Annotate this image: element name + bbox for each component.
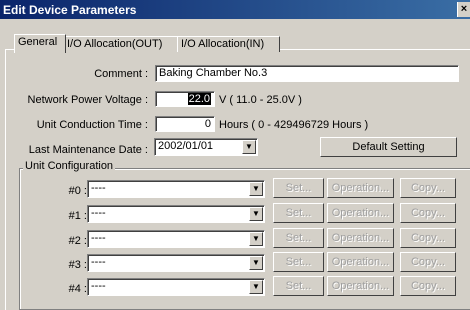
chevron-down-icon[interactable]: ▼ xyxy=(249,280,263,294)
unit-conduction-time-label: Unit Conduction Time : xyxy=(36,119,148,131)
last-maintenance-date-label: Last Maintenance Date : xyxy=(28,144,148,156)
unit-configuration-label: Unit Configuration xyxy=(23,160,116,172)
operation-button-3[interactable]: Operation... xyxy=(327,252,394,272)
unit-row-label: #3 : xyxy=(68,259,87,271)
unit-select-4[interactable]: ---- ▼ xyxy=(87,278,265,296)
copy-button-4[interactable]: Copy... xyxy=(400,276,456,296)
unit-select-2[interactable]: ---- ▼ xyxy=(87,230,265,248)
set-button-4[interactable]: Set... xyxy=(273,276,324,296)
comment-input[interactable]: Baking Chamber No.3 xyxy=(155,65,459,82)
network-power-voltage-input[interactable]: 22.0 xyxy=(155,91,215,107)
unit-row-label: #2 : xyxy=(68,235,87,247)
close-icon[interactable]: × xyxy=(457,2,470,17)
chevron-down-icon[interactable]: ▼ xyxy=(249,232,263,246)
copy-button-0[interactable]: Copy... xyxy=(400,178,456,198)
tab-general[interactable]: General xyxy=(14,34,66,53)
unit-conduction-time-input[interactable]: 0 xyxy=(155,116,215,132)
set-button-3[interactable]: Set... xyxy=(273,252,324,272)
set-button-2[interactable]: Set... xyxy=(273,228,324,248)
last-maintenance-date-picker[interactable]: 2002/01/01 ▼ xyxy=(154,138,258,156)
set-button-0[interactable]: Set... xyxy=(273,178,324,198)
unit-row-label: #0 : xyxy=(68,185,87,197)
unit-select-0[interactable]: ---- ▼ xyxy=(87,180,265,198)
chevron-down-icon[interactable]: ▼ xyxy=(249,207,263,221)
voltage-unit-range: V ( 11.0 - 25.0V ) xyxy=(219,94,302,106)
window-title: Edit Device Parameters xyxy=(3,3,137,17)
chevron-down-icon[interactable]: ▼ xyxy=(249,182,263,196)
unit-row-label: #1 : xyxy=(68,210,87,222)
comment-label: Comment : xyxy=(94,68,148,80)
operation-button-0[interactable]: Operation... xyxy=(327,178,394,198)
tab-io-allocation-in[interactable]: I/O Allocation(IN) xyxy=(177,36,280,52)
set-button-1[interactable]: Set... xyxy=(273,203,324,223)
tab-io-allocation-out[interactable]: I/O Allocation(OUT) xyxy=(63,36,179,52)
copy-button-1[interactable]: Copy... xyxy=(400,203,456,223)
chevron-down-icon[interactable]: ▼ xyxy=(242,140,256,154)
default-setting-button[interactable]: Default Setting xyxy=(320,137,457,157)
title-bar: Edit Device Parameters × xyxy=(0,0,470,19)
copy-button-2[interactable]: Copy... xyxy=(400,228,456,248)
operation-button-4[interactable]: Operation... xyxy=(327,276,394,296)
chevron-down-icon[interactable]: ▼ xyxy=(249,256,263,270)
unit-select-3[interactable]: ---- ▼ xyxy=(87,254,265,272)
network-power-voltage-label: Network Power Voltage : xyxy=(27,94,148,106)
unit-row-label: #4 : xyxy=(68,283,87,295)
operation-button-2[interactable]: Operation... xyxy=(327,228,394,248)
operation-button-1[interactable]: Operation... xyxy=(327,203,394,223)
conduction-unit-range: Hours ( 0 - 429496729 Hours ) xyxy=(219,119,369,131)
copy-button-3[interactable]: Copy... xyxy=(400,252,456,272)
unit-select-1[interactable]: ---- ▼ xyxy=(87,205,265,223)
